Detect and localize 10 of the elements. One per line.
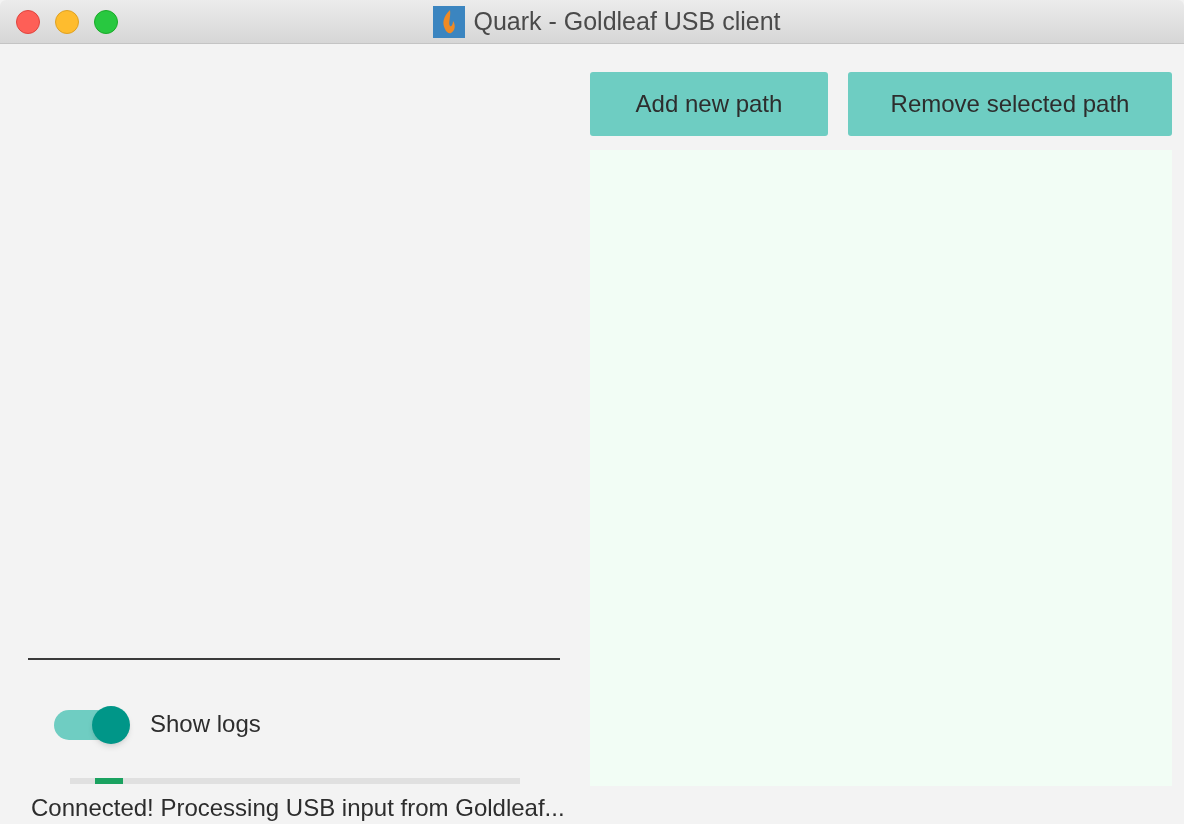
close-button[interactable] [16,10,40,34]
toggle-label: Show logs [150,709,261,739]
zoom-button[interactable] [94,10,118,34]
minimize-button[interactable] [55,10,79,34]
path-button[interactable]: Remove selected path [848,72,1172,136]
window-title: Quark - Goldleaf USB client [473,5,781,37]
path-button[interactable]: Add new path [590,72,828,136]
status-text: Connected! Processing USB input from Goldleaf... [31,793,565,823]
flame-icon [433,5,466,38]
toggle-switch[interactable] [54,704,132,744]
